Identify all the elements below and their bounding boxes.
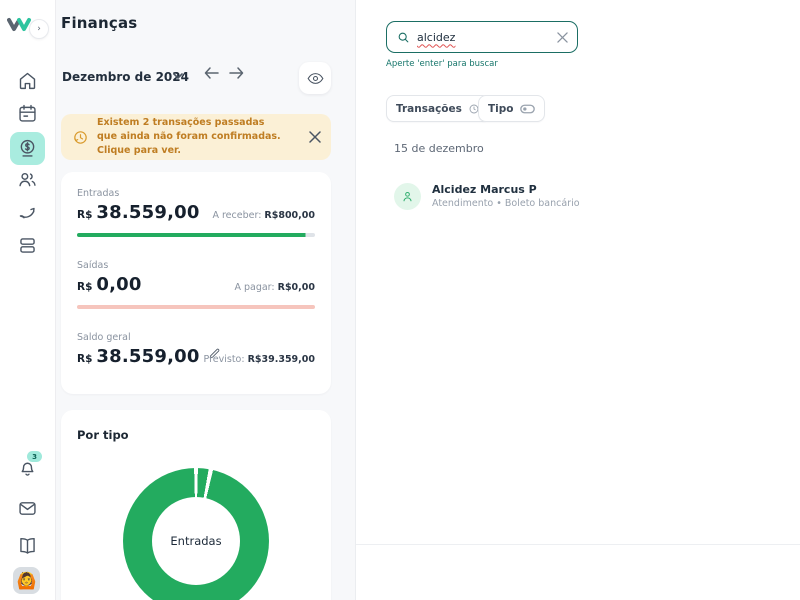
arrow-left-icon — [204, 67, 219, 79]
transaction-list-item[interactable]: Alcidez Marcus P Atendimento • Boleto ba… — [394, 178, 774, 214]
clear-search-button[interactable] — [557, 32, 568, 43]
saldo-geral-label: Saldo geral — [77, 332, 131, 343]
saldo-value: 38.559,00 — [96, 346, 199, 367]
person-icon — [401, 190, 414, 203]
alert-message: Existem 2 transações passadas que ainda … — [97, 116, 283, 157]
type-filter-label: Tipo — [488, 103, 514, 115]
sidebar-item-agenda[interactable] — [17, 103, 38, 124]
sidebar-item-messages[interactable] — [17, 498, 38, 519]
saldo-value-row: R$ 38.559,00 Previsto:R$39.359,00 — [77, 346, 315, 368]
finance-dollar-icon — [17, 138, 38, 159]
calendar-icon — [17, 103, 38, 124]
summary-card: Entradas R$38.559,00 A receber:R$800,00 … — [61, 172, 331, 394]
transaction-details: Atendimento • Boleto bancário — [432, 198, 580, 209]
sidebar-item-clients[interactable] — [17, 169, 38, 190]
transaction-avatar — [394, 183, 421, 210]
page-title: Finanças — [61, 14, 137, 32]
financas-app: › — [0, 0, 800, 600]
eye-icon — [307, 72, 324, 85]
transactions-date-header: 15 de dezembro — [394, 142, 484, 155]
close-icon — [557, 32, 568, 43]
arrow-right-icon — [229, 67, 244, 79]
sidebar: › — [0, 0, 56, 600]
stack-icon — [17, 235, 38, 256]
saidas-value-row: R$0,00 A pagar:R$0,00 — [77, 274, 315, 296]
user-avatar[interactable]: 🙆 — [13, 567, 40, 594]
saidas-value: 0,00 — [96, 274, 141, 295]
a-pagar-label: A pagar: — [234, 282, 274, 293]
toggle-values-visibility-button[interactable] — [299, 62, 331, 94]
currency-prefix: R$ — [77, 353, 92, 365]
pending-transactions-alert[interactable]: Existem 2 transações passadas que ainda … — [61, 114, 331, 160]
entradas-label: Entradas — [77, 188, 119, 199]
saidas-label: Saídas — [77, 260, 108, 271]
book-icon — [17, 535, 38, 556]
donut-center-label: Entradas — [170, 534, 221, 548]
mail-icon — [17, 498, 38, 519]
transactions-filter-label: Transações — [396, 103, 462, 115]
hand-referral-icon — [17, 202, 38, 223]
previsto-label: Previsto: — [204, 354, 245, 365]
sidebar-item-finance[interactable] — [10, 132, 45, 165]
currency-prefix: R$ — [77, 281, 92, 293]
finance-panel: Finanças Dezembro de 2024 — [56, 0, 355, 600]
users-icon — [17, 169, 38, 190]
saidas-progress-bar — [77, 305, 315, 309]
entradas-value-row: R$ 38.559,00 A receber:R$800,00 — [77, 202, 315, 224]
period-selector[interactable]: Dezembro de 2024 — [62, 70, 189, 84]
close-alert-button[interactable] — [309, 131, 321, 143]
chevron-down-icon[interactable] — [173, 73, 183, 80]
search-value: alcidez — [417, 31, 455, 44]
search-input[interactable]: alcidez — [386, 21, 578, 53]
entradas-progress-bar — [77, 233, 315, 237]
search-hint: Aperte 'enter' para buscar — [386, 59, 498, 69]
previsto-value: R$39.359,00 — [248, 354, 315, 365]
chevron-right-icon: › — [37, 24, 41, 34]
prev-month-button[interactable] — [204, 67, 219, 79]
search-icon — [397, 31, 410, 44]
clock-history-icon — [72, 129, 89, 146]
home-icon — [17, 70, 38, 91]
transactions-panel: alcidez Aperte 'enter' para buscar Trans… — [355, 0, 800, 600]
close-icon — [309, 131, 321, 143]
panel-footer-divider — [356, 544, 800, 545]
transactions-filter-chip[interactable]: Transações — [386, 95, 490, 122]
by-type-title: Por tipo — [77, 428, 129, 442]
type-filter-chip[interactable]: Tipo — [478, 95, 545, 122]
a-receber-value: R$800,00 — [264, 210, 315, 221]
transaction-name: Alcidez Marcus P — [432, 183, 580, 196]
expand-sidebar-button[interactable]: › — [29, 19, 49, 39]
next-month-button[interactable] — [229, 67, 244, 79]
a-pagar-value: R$0,00 — [278, 282, 315, 293]
a-receber-label: A receber: — [212, 210, 261, 221]
notification-badge: 3 — [27, 451, 42, 462]
sidebar-item-library[interactable] — [17, 535, 38, 556]
sidebar-item-home[interactable] — [17, 70, 38, 91]
currency-prefix: R$ — [77, 209, 92, 221]
sidebar-item-services[interactable] — [17, 235, 38, 256]
toggle-icon — [520, 104, 535, 114]
period-selector-row: Dezembro de 2024 — [61, 62, 331, 94]
by-type-card: Por tipo Entradas — [61, 410, 331, 600]
by-type-donut-chart[interactable]: Entradas — [123, 468, 269, 600]
sidebar-item-referral[interactable] — [17, 202, 38, 223]
entradas-value: 38.559,00 — [96, 202, 199, 223]
